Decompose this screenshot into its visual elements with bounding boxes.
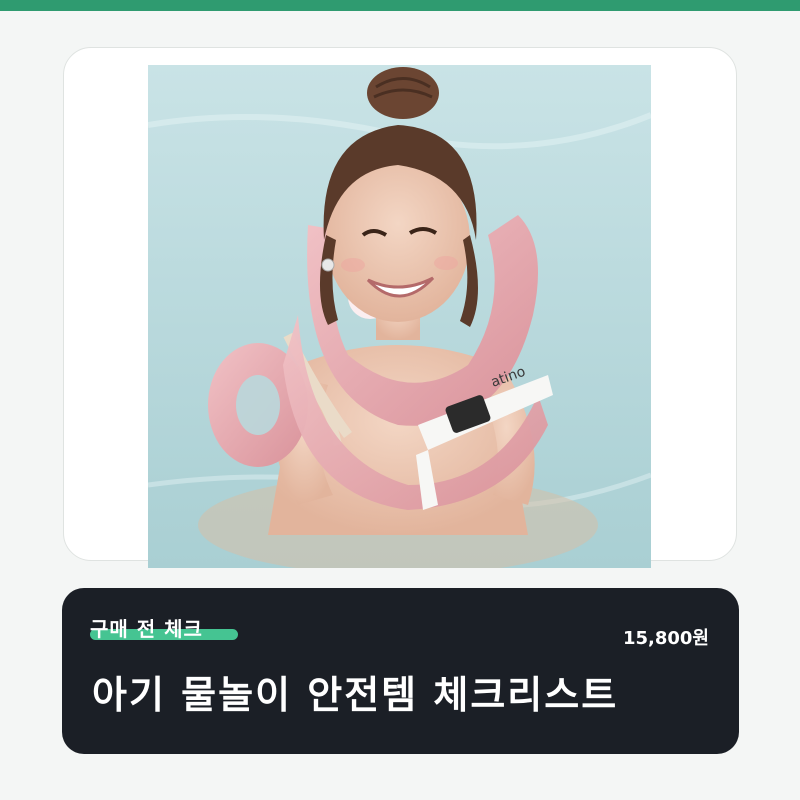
price-label: 15,800원 xyxy=(622,628,709,649)
product-photo: atino xyxy=(148,65,651,568)
info-card: 구매 전 체크 15,800원 아기 물놀이 안전템 체크리스트 xyxy=(62,588,739,754)
child-with-neck-float-illustration: atino xyxy=(148,65,651,568)
top-accent-bar xyxy=(0,0,800,11)
category-tag: 구매 전 체크 xyxy=(90,618,240,640)
card-title: 아기 물놀이 안전템 체크리스트 xyxy=(92,673,619,717)
tag-label: 구매 전 체크 xyxy=(90,617,203,641)
